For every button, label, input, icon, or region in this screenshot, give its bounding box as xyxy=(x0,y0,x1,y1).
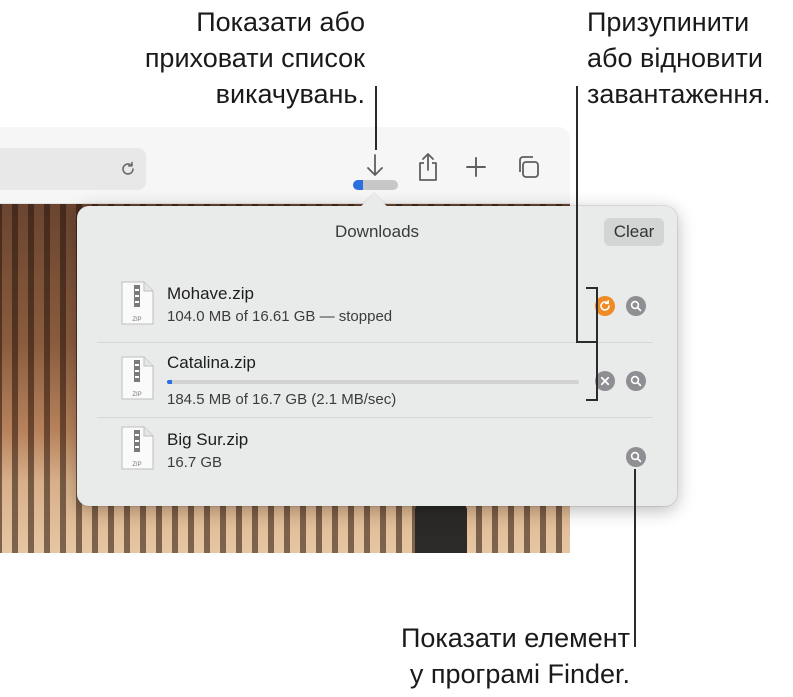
download-name: Catalina.zip xyxy=(167,353,256,372)
bracket-pause-resume xyxy=(596,287,598,401)
download-row-progress-bar xyxy=(167,380,579,384)
download-status: 184.5 MB of 16.7 GB (2.1 MB/sec) xyxy=(167,391,397,408)
download-status: 16.7 GB xyxy=(167,454,223,471)
magnifier-icon xyxy=(626,296,646,316)
plus-icon[interactable] xyxy=(466,157,486,177)
resume-icon xyxy=(595,296,615,316)
leader-line-pause xyxy=(576,86,578,342)
photo-lantern xyxy=(415,504,467,553)
callout-show-in-finder: Показати елемент у програмі Finder. xyxy=(400,623,630,689)
show-in-finder-button[interactable] xyxy=(626,371,646,391)
download-item-catalina[interactable]: ZIP Catalina.zip 184.5 MB of 16.7 GB (2.… xyxy=(97,342,653,418)
download-item-mohave[interactable]: ZIP Mohave.zip 104.0 MB of 16.61 GB — st… xyxy=(97,272,653,342)
downloads-title: Downloads xyxy=(334,222,420,241)
download-item-big-sur[interactable]: ZIP Big Sur.zip 16.7 GB xyxy=(97,418,653,488)
download-name: Mohave.zip xyxy=(167,284,254,303)
toolbar xyxy=(0,127,570,204)
tabs-overview-icon[interactable] xyxy=(516,155,540,179)
bracket-top xyxy=(586,287,598,289)
show-in-finder-button[interactable] xyxy=(626,296,646,316)
magnifier-icon xyxy=(626,371,646,391)
magnifier-icon xyxy=(626,447,646,467)
zip-file-icon: ZIP xyxy=(119,426,155,470)
callout-toggle-downloads: Показати або приховати список викачувань… xyxy=(144,7,365,109)
download-row-progress-fill xyxy=(167,380,172,384)
bracket-bottom xyxy=(586,399,598,401)
download-progress-bar[interactable] xyxy=(353,180,398,190)
resume-button[interactable] xyxy=(595,296,615,316)
leader-line-pause-hook xyxy=(576,341,598,343)
svg-text:ZIP: ZIP xyxy=(132,392,141,398)
svg-text:ZIP: ZIP xyxy=(132,462,141,468)
zip-file-icon: ZIP xyxy=(119,281,155,325)
share-icon[interactable] xyxy=(416,152,440,182)
downloads-popover: Downloads Clear ZIP Mohave.zip 104.0 MB … xyxy=(77,193,677,506)
svg-text:ZIP: ZIP xyxy=(132,317,141,323)
download-progress-fill xyxy=(353,180,363,190)
show-in-finder-button[interactable] xyxy=(626,447,646,467)
stop-button[interactable] xyxy=(595,371,615,391)
leader-line-toggle xyxy=(375,86,377,150)
download-name: Big Sur.zip xyxy=(167,430,249,449)
download-status: 104.0 MB of 16.61 GB — stopped xyxy=(167,308,393,325)
clear-button[interactable]: Clear xyxy=(604,218,664,246)
stop-icon xyxy=(595,371,615,391)
leader-line-finder xyxy=(634,469,636,647)
reload-icon[interactable] xyxy=(119,160,137,178)
zip-file-icon: ZIP xyxy=(119,356,155,400)
callout-pause-resume: Призупинити або відновити завантаження. xyxy=(587,7,771,109)
download-icon[interactable] xyxy=(364,153,386,181)
